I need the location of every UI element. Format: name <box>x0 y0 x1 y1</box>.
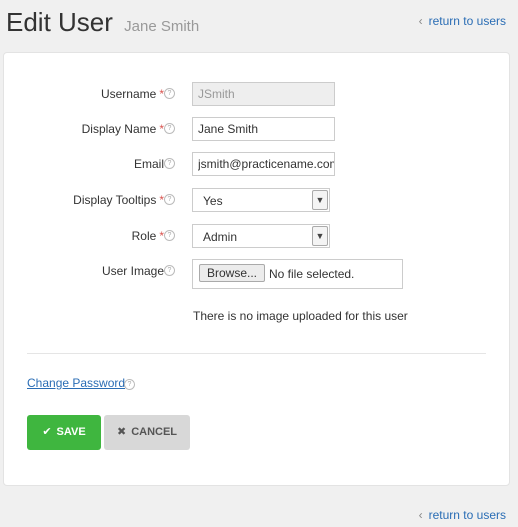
role-row: Role * ? Admin ▼ <box>4 224 509 248</box>
return-to-users-link-top[interactable]: ‹ return to users <box>419 14 506 28</box>
check-icon: ✔ <box>42 426 52 438</box>
display-tooltips-row: Display Tooltips * ? Yes ▼ <box>4 188 509 212</box>
help-icon[interactable]: ? <box>164 123 175 134</box>
chevron-left-icon: ‹ <box>418 508 423 522</box>
divider <box>27 353 486 354</box>
return-to-users-link-bottom[interactable]: ‹ return to users <box>419 508 506 522</box>
help-icon[interactable]: ? <box>164 158 175 169</box>
username-input <box>192 82 335 106</box>
no-image-message: There is no image uploaded for this user <box>193 309 408 323</box>
chevron-left-icon: ‹ <box>418 14 423 28</box>
return-to-users-label: return to users <box>428 508 506 522</box>
return-to-users-label: return to users <box>428 14 506 28</box>
help-icon[interactable]: ? <box>164 88 175 99</box>
display-tooltips-value: Yes <box>203 194 223 208</box>
help-icon[interactable]: ? <box>164 194 175 205</box>
chevron-down-icon[interactable]: ▼ <box>312 190 328 210</box>
role-label: Role * <box>131 229 164 243</box>
edit-user-panel: Username* ? Display Name* ? Email ? Disp… <box>3 52 510 486</box>
email-input[interactable] <box>192 152 335 176</box>
user-image-row: User Image ? Browse... No file selected. <box>4 259 509 289</box>
help-icon[interactable]: ? <box>124 379 135 390</box>
user-image-file-input[interactable]: Browse... No file selected. <box>192 259 403 289</box>
chevron-down-icon[interactable]: ▼ <box>312 226 328 246</box>
display-name-input[interactable] <box>192 117 335 141</box>
save-label: SAVE <box>56 426 86 438</box>
browse-button[interactable]: Browse... <box>199 264 266 282</box>
role-select[interactable]: Admin ▼ <box>192 224 330 248</box>
cancel-button[interactable]: ✖ CANCEL <box>104 415 190 450</box>
username-label: Username * <box>100 87 164 101</box>
display-tooltips-select[interactable]: Yes ▼ <box>192 188 330 212</box>
page-subtitle: Jane Smith <box>124 18 200 35</box>
cancel-label: CANCEL <box>131 426 178 438</box>
change-password-link[interactable]: Change Password <box>27 376 125 390</box>
file-status-text: No file selected. <box>269 267 355 281</box>
page-title: Edit User Jane Smith <box>6 6 199 43</box>
page-title-text: Edit User <box>6 7 113 37</box>
save-button[interactable]: ✔ SAVE <box>27 415 101 450</box>
x-icon: ✖ <box>116 426 127 438</box>
user-image-label: User Image <box>101 264 164 278</box>
display-tooltips-label: Display Tooltips * <box>73 193 164 207</box>
email-label: Email <box>133 157 164 171</box>
help-icon[interactable]: ? <box>164 230 175 241</box>
email-row: Email ? <box>4 152 509 176</box>
display-name-row: Display Name * ? <box>4 117 509 141</box>
display-name-label: Display Name * <box>81 122 164 136</box>
help-icon[interactable]: ? <box>164 265 175 276</box>
username-row: Username * ? <box>4 82 509 106</box>
role-value: Admin <box>203 230 238 244</box>
